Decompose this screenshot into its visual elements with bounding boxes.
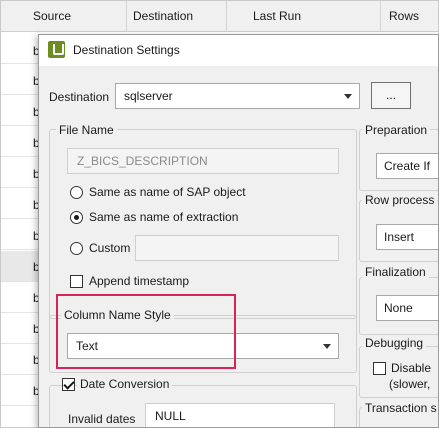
disable-checkbox[interactable] — [373, 362, 386, 375]
row-divider — [1, 187, 41, 188]
highlight-box — [56, 294, 236, 369]
column-header-source[interactable]: Source — [27, 1, 127, 32]
row-divider — [1, 405, 41, 406]
invalid-dates-label: Invalid dates — [68, 412, 136, 426]
date-conversion-label[interactable]: Date Conversion — [77, 377, 173, 391]
row-processing-value: Insert — [384, 230, 415, 244]
column-header-rows[interactable]: Rows — [383, 1, 438, 32]
preparation-title: Preparation — [362, 123, 431, 137]
radio-same-as-sap-object[interactable] — [70, 186, 83, 199]
row-divider — [1, 94, 41, 95]
row-divider — [1, 281, 41, 282]
radio-label-same-as-sap-object[interactable]: Same as name of SAP object — [89, 185, 246, 199]
row-divider — [1, 156, 41, 157]
row-divider — [1, 218, 41, 219]
invalid-dates-input[interactable]: NULL — [145, 403, 335, 427]
row-divider — [1, 125, 41, 126]
chevron-down-icon[interactable] — [337, 84, 359, 108]
column-header-destination[interactable]: Destination — [127, 1, 227, 32]
browse-button[interactable]: ... — [371, 82, 411, 109]
row-divider — [1, 249, 41, 250]
row-divider — [1, 374, 41, 375]
radio-label-custom[interactable]: Custom — [89, 241, 130, 255]
row-processing-title: Row process — [362, 193, 438, 207]
column-header-last-run[interactable]: Last Run — [247, 1, 381, 32]
row-processing-select[interactable]: Insert — [376, 224, 438, 250]
preparation-select[interactable]: Create If — [376, 153, 438, 179]
finalization-value: None — [384, 301, 413, 315]
row-divider — [1, 63, 41, 64]
custom-name-input[interactable] — [135, 235, 339, 261]
radio-custom[interactable] — [70, 242, 83, 255]
transaction-title: Transaction s — [362, 401, 438, 415]
finalization-title: Finalization — [362, 265, 429, 279]
file-name-group-title: File Name — [56, 123, 117, 137]
append-timestamp-label[interactable]: Append timestamp — [89, 274, 189, 288]
app-logo-icon — [48, 41, 65, 58]
row-divider — [1, 312, 41, 313]
disable-note: (slower, — [389, 377, 431, 391]
file-name-input[interactable]: Z_BICS_DESCRIPTION — [67, 148, 339, 174]
table-header: Source Destination Last Run Rows — [1, 1, 438, 32]
disable-label[interactable]: Disable — [391, 361, 431, 375]
finalization-select[interactable]: None — [376, 295, 438, 321]
destination-value: sqlserver — [124, 89, 173, 103]
chevron-down-icon[interactable] — [316, 334, 338, 358]
invalid-dates-value: NULL — [155, 409, 186, 423]
dialog-titlebar[interactable]: Destination Settings — [39, 35, 438, 66]
radio-same-as-extraction[interactable] — [70, 211, 83, 224]
destination-select[interactable]: sqlserver — [115, 83, 360, 109]
radio-label-same-as-extraction[interactable]: Same as name of extraction — [89, 210, 238, 224]
destination-label: Destination — [49, 90, 110, 104]
row-divider — [1, 343, 41, 344]
dialog-title: Destination Settings — [73, 43, 180, 57]
append-timestamp-checkbox[interactable] — [70, 275, 83, 288]
preparation-value: Create If — [384, 159, 431, 173]
date-conversion-checkbox[interactable] — [62, 378, 75, 391]
file-name-placeholder: Z_BICS_DESCRIPTION — [77, 154, 208, 168]
debugging-title: Debugging — [362, 336, 427, 350]
